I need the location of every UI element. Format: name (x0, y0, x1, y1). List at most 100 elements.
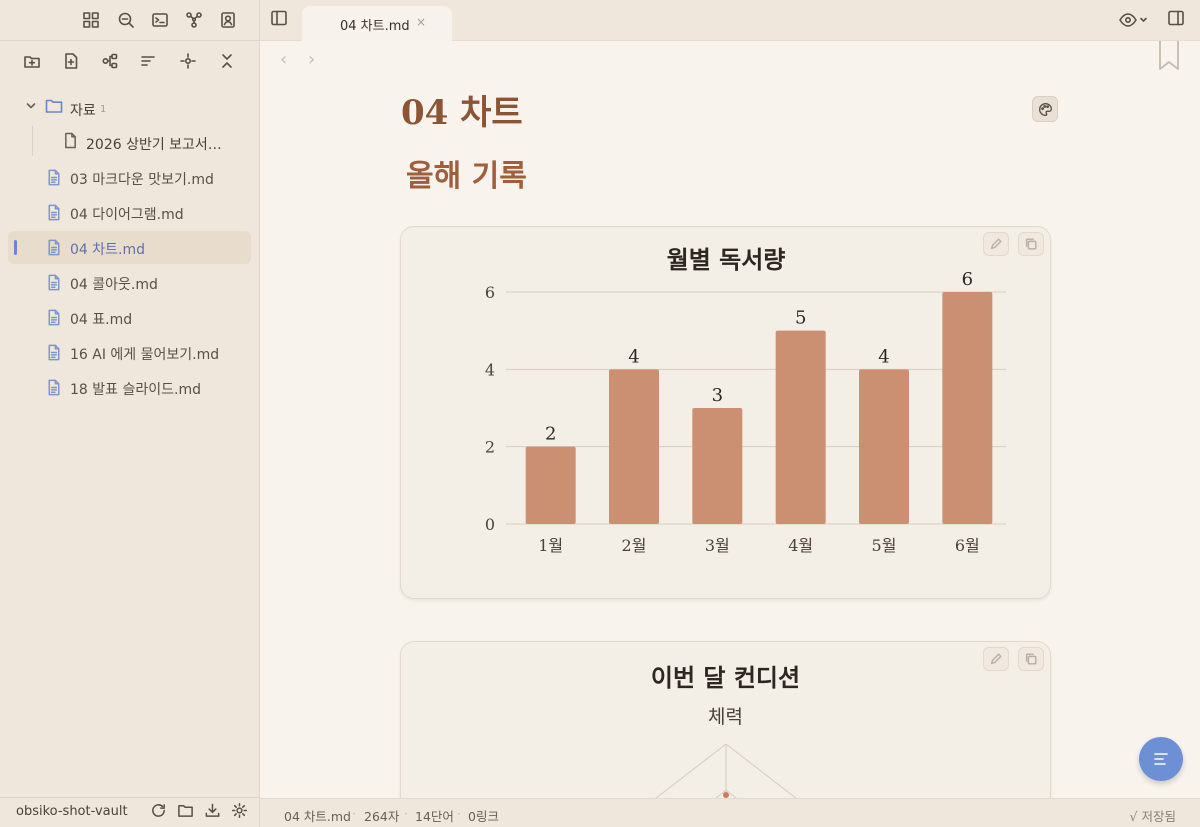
file-icon (46, 344, 62, 365)
radar-chart (655, 743, 797, 798)
graph-icon[interactable] (182, 8, 206, 32)
active-indicator (14, 240, 17, 255)
tab-close-icon[interactable]: × (416, 15, 426, 29)
data-label: 4 (628, 346, 639, 367)
file-icon (46, 169, 62, 190)
file-icon (46, 274, 62, 295)
sidebar-file-name: 04 다이어그램.md (70, 207, 184, 223)
refresh-icon[interactable] (150, 802, 170, 822)
sidebar-file-item[interactable]: 16 AI 에게 물어보기.md (8, 336, 251, 369)
status-file: 04 차트.md (284, 809, 351, 824)
sidebar-file-name: 16 AI 에게 물어보기.md (70, 347, 220, 363)
folder-row[interactable]: 자료 1 (0, 94, 260, 120)
ribbon-toolbar (0, 0, 260, 41)
locate-icon[interactable] (176, 49, 200, 73)
status-saved: √ 저장됨 (1129, 809, 1176, 824)
sidebar: 자료 1 2026 상반기 보고서… 03 마크다운 맛보기.md 04 다이어그… (0, 0, 260, 827)
terminal-icon[interactable] (148, 8, 172, 32)
sidebar-toggle-icon[interactable] (270, 9, 292, 31)
right-sidebar-toggle-icon[interactable] (1167, 9, 1189, 31)
sidebar-file-item[interactable]: 04 다이어그램.md (8, 196, 251, 229)
contact-icon[interactable] (216, 8, 240, 32)
sidebar-file-item[interactable]: 04 표.md (8, 301, 251, 334)
file-icon (46, 204, 62, 225)
bookmark-icon[interactable] (1158, 41, 1180, 71)
x-tick-label: 6월 (955, 536, 980, 555)
collapse-icon[interactable] (215, 49, 239, 73)
zoom-out-icon[interactable] (114, 8, 138, 32)
folder-child-file-name: 2026 상반기 보고서… (86, 137, 222, 153)
bar (692, 408, 743, 524)
x-tick-label: 5월 (872, 536, 897, 555)
sidebar-file-name: 04 표.md (70, 312, 133, 328)
tab-title: 04 차트.md (340, 19, 410, 34)
data-label: 4 (878, 346, 889, 367)
folder-icon (45, 98, 63, 118)
bar-chart: 월별 독서량 0 2 4 6 2 1월 4 2월 3 3월 5 4월 4 5월 6 6월 (485, 245, 1006, 555)
data-label: 2 (545, 424, 556, 445)
download-icon[interactable] (204, 802, 224, 822)
folder-count: 1 (100, 104, 107, 115)
tab-active[interactable]: 04 차트.md × (302, 6, 452, 41)
data-label: 3 (712, 385, 723, 406)
forward-button[interactable]: › (308, 49, 315, 70)
page-title: 04 차트 (401, 93, 523, 133)
status-links: 0링크 (468, 809, 499, 824)
status-bar: 04 차트.md · 264자 · 14단어 · 0링크 √ 저장됨 (260, 798, 1200, 827)
file-icon (46, 309, 62, 330)
status-separator: · (352, 806, 356, 821)
status-separator: · (404, 806, 408, 821)
sidebar-file-item[interactable]: 04 차트.md (8, 231, 251, 264)
file-icon (63, 132, 78, 153)
vault-bar: obsiko-shot-vault (0, 797, 260, 827)
back-button[interactable]: ‹ (280, 49, 287, 70)
bar (942, 292, 993, 524)
bar-chart-card: 월별 독서량 0 2 4 6 2 1월 4 2월 3 3월 5 4월 4 5월 6 6월 (400, 226, 1051, 599)
sidebar-file-item[interactable]: 18 발표 슬라이드.md (8, 371, 251, 404)
radar-chart-card: 이번 달 컨디션 체력 (400, 641, 1051, 798)
edit-icon[interactable] (983, 232, 1009, 256)
editor-pane: ‹ › 04 차트 올해 기록 월별 독서량 0 2 4 6 2 1월 4 2월 3 3월 5 4월 4 5… (260, 41, 1200, 798)
file-icon (46, 239, 62, 260)
status-chars: 264자 (364, 809, 400, 824)
copy-icon[interactable] (1018, 232, 1044, 256)
sidebar-file-name: 04 콜아웃.md (70, 277, 158, 293)
sidebar-file-item[interactable]: 03 마크다운 맛보기.md (8, 161, 251, 194)
bar (859, 369, 909, 524)
x-tick-label: 3월 (705, 536, 730, 555)
chevron-down-icon[interactable] (24, 99, 38, 113)
outline-button[interactable] (1139, 737, 1183, 781)
folder-open-icon[interactable] (177, 802, 197, 822)
palette-icon[interactable] (1032, 96, 1058, 122)
new-note-icon[interactable] (59, 49, 83, 73)
x-tick-label: 4월 (788, 536, 813, 555)
folder-child-file[interactable]: 2026 상반기 보고서… (0, 129, 260, 155)
y-tick-label: 6 (485, 283, 495, 302)
gear-icon[interactable] (231, 802, 251, 822)
folder-name: 자료 (70, 103, 96, 119)
chart-title: 월별 독서량 (667, 245, 786, 274)
sidebar-file-item[interactable]: 04 콜아웃.md (8, 266, 251, 299)
bar (775, 330, 826, 524)
bar (609, 369, 659, 524)
data-label: 5 (795, 308, 806, 329)
sidebar-file-name: 04 차트.md (70, 242, 145, 258)
new-folder-icon[interactable] (20, 49, 44, 73)
status-words: 14단어 (415, 809, 454, 824)
y-tick-label: 0 (485, 515, 495, 534)
file-icon (46, 379, 62, 400)
data-label: 6 (962, 269, 973, 290)
sidebar-file-name: 03 마크다운 맛보기.md (70, 172, 214, 188)
status-separator: · (457, 806, 461, 821)
y-tick-label: 2 (485, 438, 495, 457)
grid-icon[interactable] (79, 8, 103, 32)
reading-view-icon[interactable] (1118, 10, 1152, 30)
bar (525, 446, 576, 524)
structure-icon[interactable] (98, 49, 122, 73)
sort-icon[interactable] (136, 49, 160, 73)
section-heading: 올해 기록 (406, 159, 527, 194)
vault-name[interactable]: obsiko-shot-vault (16, 804, 128, 819)
y-tick-label: 4 (485, 360, 495, 379)
tab-bar: 04 차트.md × (260, 0, 1200, 41)
explorer-toolbar (0, 41, 260, 83)
